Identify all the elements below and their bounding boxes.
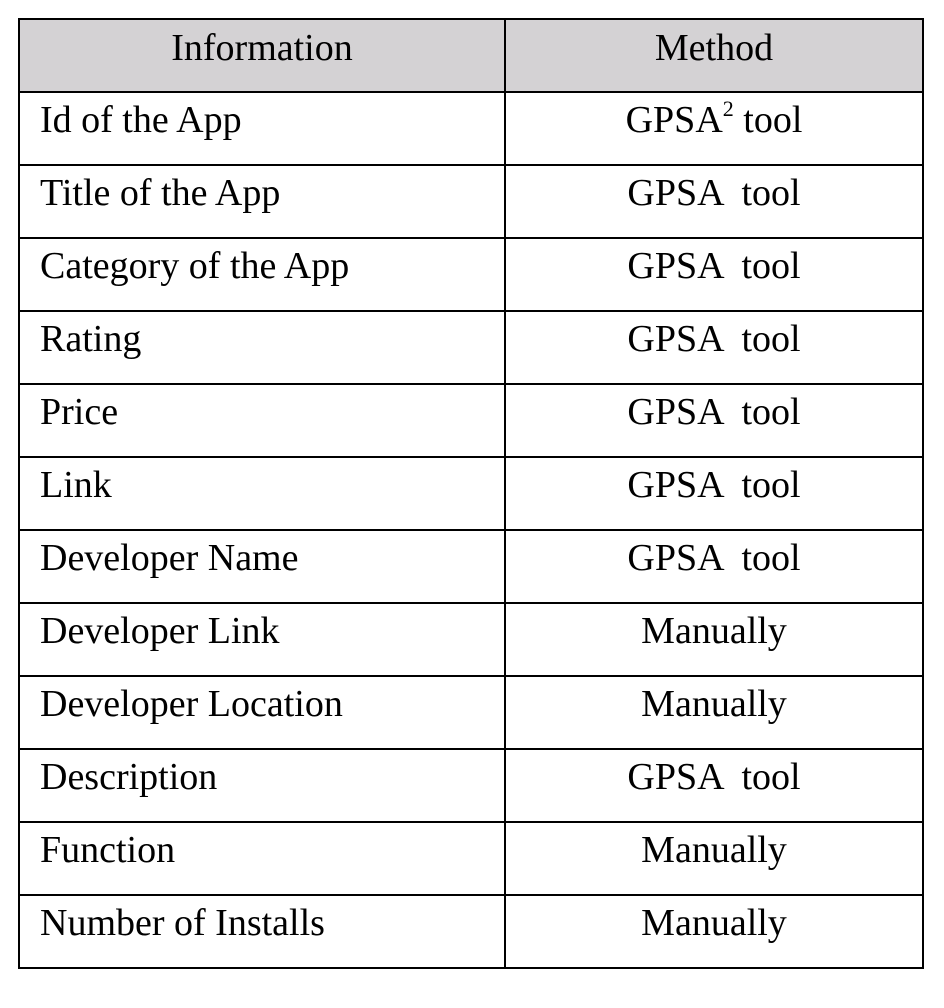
table-row: Id of the App GPSA2 tool bbox=[18, 91, 924, 166]
information-cell: Title of the App bbox=[18, 164, 506, 239]
method-cell: Manually bbox=[504, 675, 924, 750]
information-cell: Price bbox=[18, 383, 506, 458]
method-cell: Manually bbox=[504, 894, 924, 969]
method-cell: Manually bbox=[504, 602, 924, 677]
table-row: Category of the App GPSA tool bbox=[18, 237, 924, 312]
information-cell: Category of the App bbox=[18, 237, 506, 312]
method-cell: GPSA tool bbox=[504, 164, 924, 239]
information-cell: Id of the App bbox=[18, 91, 506, 166]
method-cell: GPSA tool bbox=[504, 529, 924, 604]
table-row: Developer Name GPSA tool bbox=[18, 529, 924, 604]
table-row: Number of Installs Manually bbox=[18, 894, 924, 969]
information-cell: Developer Link bbox=[18, 602, 506, 677]
method-cell: GPSA tool bbox=[504, 383, 924, 458]
information-cell: Developer Name bbox=[18, 529, 506, 604]
method-text: GPSA bbox=[625, 99, 723, 141]
method-cell: Manually bbox=[504, 821, 924, 896]
information-cell: Description bbox=[18, 748, 506, 823]
method-cell: GPSA2 tool bbox=[504, 91, 924, 166]
method-cell: GPSA tool bbox=[504, 456, 924, 531]
table-row: Price GPSA tool bbox=[18, 383, 924, 458]
method-suffix: tool bbox=[733, 99, 803, 141]
information-cell: Function bbox=[18, 821, 506, 896]
table-row: Function Manually bbox=[18, 821, 924, 896]
header-method: Method bbox=[504, 18, 924, 93]
method-cell: GPSA tool bbox=[504, 237, 924, 312]
table-row: Description GPSA tool bbox=[18, 748, 924, 823]
header-information: Information bbox=[18, 18, 506, 93]
footnote-marker: 2 bbox=[722, 96, 734, 121]
information-cell: Link bbox=[18, 456, 506, 531]
table-row: Rating GPSA tool bbox=[18, 310, 924, 385]
information-method-table: Information Method Id of the App GPSA2 to… bbox=[18, 18, 924, 969]
table-row: Developer Location Manually bbox=[18, 675, 924, 750]
method-cell: GPSA tool bbox=[504, 310, 924, 385]
table-row: Developer Link Manually bbox=[18, 602, 924, 677]
header-row: Information Method bbox=[18, 18, 924, 93]
information-cell: Number of Installs bbox=[18, 894, 506, 969]
table-body: Id of the App GPSA2 tool Title of the App G… bbox=[18, 91, 924, 969]
information-cell: Rating bbox=[18, 310, 506, 385]
information-cell: Developer Location bbox=[18, 675, 506, 750]
table-row: Title of the App GPSA tool bbox=[18, 164, 924, 239]
method-cell: GPSA tool bbox=[504, 748, 924, 823]
table-row: Link GPSA tool bbox=[18, 456, 924, 531]
